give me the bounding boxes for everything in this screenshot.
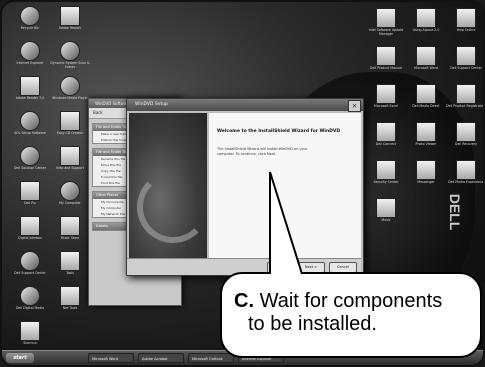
desktop-icon-left[interactable]: Help and Support <box>46 144 94 182</box>
desktop-icon-graphic <box>20 41 40 61</box>
desktop-icon-graphic <box>20 146 40 166</box>
desktop-icon-graphic <box>416 46 436 66</box>
callout-text: C. Wait for components to be installed. <box>234 290 480 336</box>
wizard-heading: Welcome to the InstallShield Wizard for … <box>217 129 341 134</box>
desktop-icon-left[interactable]: Net Tools <box>46 284 94 322</box>
desktop-icon-graphic <box>20 216 40 236</box>
desktop-icon-label: Dell Media Experience <box>448 180 484 184</box>
desktop-icon-graphic <box>60 146 80 166</box>
desktop-icon-graphic <box>20 76 40 96</box>
desktop-icon-right[interactable]: Help Online <box>442 6 483 44</box>
desktop-icon-right[interactable]: Dell Support Center <box>442 44 483 82</box>
desktop-icon-label: Easy CD Creator <box>56 131 84 135</box>
desktop-icon-label: Dynamic System Scan & Extras <box>50 61 90 69</box>
desktop-icon-graphic <box>456 8 476 28</box>
desktop-icon-graphic <box>20 251 40 271</box>
desktop-icon-right[interactable]: Music <box>362 196 410 234</box>
screen-frame: DELL Recycle Bin Adobe Reader Internet Exp… <box>0 0 485 367</box>
desktop-icon-graphic <box>456 122 476 142</box>
desktop-icon-label: Tools <box>66 271 74 275</box>
taskbar-item[interactable]: Microsoft Word <box>88 353 134 363</box>
desktop-icon-graphic <box>20 6 40 26</box>
wizard-swirl-graphic <box>137 171 209 243</box>
desktop-icon-label: Dell Recovery <box>455 142 477 146</box>
wizard-title: WinDVD Setup <box>127 99 363 111</box>
desktop-icon-graphic <box>60 216 80 236</box>
start-button[interactable]: start <box>6 353 34 363</box>
desktop-icon-graphic <box>60 111 80 131</box>
desktop-icon-left[interactable]: Adobe Reader <box>46 4 94 42</box>
desktop-icon-graphic <box>456 160 476 180</box>
install-wizard-window: WinDVD Setup × Welcome to the InstallShi… <box>126 98 364 276</box>
desktop-icon-graphic <box>60 76 80 96</box>
desktop-icon-graphic <box>60 181 80 201</box>
dell-logo: DELL <box>447 193 463 231</box>
desktop-icon-graphic <box>20 111 40 131</box>
taskbar-item[interactable]: Adobe Acrobat <box>138 353 184 363</box>
desktop-icon-label: Adobe Reader <box>58 26 82 30</box>
desktop-icon-left[interactable]: Music Store <box>46 214 94 252</box>
desktop-icon-graphic <box>416 122 436 142</box>
callout-step-label: C. <box>234 290 254 312</box>
callout-line-1: Wait for components <box>259 290 443 312</box>
callout-line-2: to be installed. <box>248 313 377 335</box>
desktop-icon-right[interactable]: Dell Recovery <box>442 120 483 158</box>
desktop-icon-graphic <box>416 8 436 28</box>
desktop-icon-graphic <box>60 286 80 306</box>
desktop-icon-label: Net Tools <box>62 306 78 310</box>
desktop-icon-graphic <box>416 160 436 180</box>
desktop-icon-label: Music Store <box>60 236 80 240</box>
desktop-icon-left[interactable]: My Computer <box>46 179 94 217</box>
desktop-icon-graphic <box>376 46 396 66</box>
desktop-icon-graphic <box>416 84 436 104</box>
desktop-icon-left[interactable]: Easy CD Creator <box>46 109 94 147</box>
desktop-icon-left[interactable]: Tools <box>46 249 94 287</box>
desktop-icon-graphic <box>20 321 40 341</box>
desktop-icon-graphic <box>376 84 396 104</box>
desktop-icon-graphic <box>60 251 80 271</box>
desktop-icon-graphic <box>20 286 40 306</box>
desktop-icon-label: Dell Product Registration <box>446 104 485 108</box>
desktop-icon-graphic <box>456 46 476 66</box>
desktop-icon-label: Music <box>381 218 391 222</box>
desktop-icon-graphic <box>60 6 80 26</box>
wizard-body-text: The InstallShield Wizard will install Wi… <box>217 147 308 156</box>
desktop-icon-label: Dell Support Center <box>450 66 482 70</box>
desktop-icon-right[interactable]: Dell Media Experience <box>442 158 484 196</box>
desktop-icon-right[interactable]: Dell Product Registration <box>442 82 485 120</box>
desktop-icon-graphic <box>376 122 396 142</box>
desktop-icon-label: Help and Support <box>56 166 84 170</box>
wizard-banner <box>129 113 209 259</box>
desktop-icon-graphic <box>60 41 80 61</box>
desktop-icon-left[interactable]: Dynamic System Scan & Extras <box>46 39 94 77</box>
taskbar-item[interactable]: Microsoft Outlook <box>188 353 234 363</box>
desktop-icon-label: Help Online <box>456 28 476 32</box>
desktop-icon-graphic <box>456 84 476 104</box>
desktop-icon-label: Windows Media Player <box>52 96 88 100</box>
desktop-icon-graphic <box>376 198 396 218</box>
wizard-close-button[interactable]: × <box>348 100 361 112</box>
desktop-icon-graphic <box>376 160 396 180</box>
desktop-icon-left[interactable]: Windows Media Player <box>46 74 94 112</box>
desktop-icon-graphic <box>20 181 40 201</box>
desktop-icon-graphic <box>376 8 396 28</box>
wizard-content: Welcome to the InstallShield Wizard for … <box>209 113 361 259</box>
desktop-icon-label: My Computer <box>59 201 81 205</box>
